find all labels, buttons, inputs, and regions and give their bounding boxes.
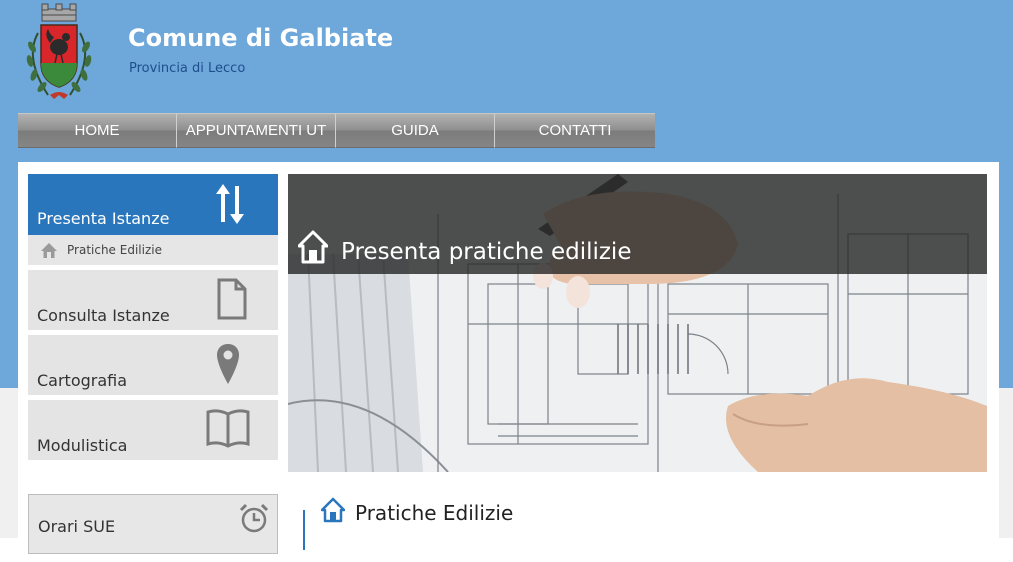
site-subtitle: Provincia di Lecco <box>129 61 246 76</box>
up-down-arrows-icon <box>216 184 244 224</box>
sidebar-item-presenta-istanze[interactable]: Presenta Istanze <box>28 174 278 235</box>
sidebar-item-label: Presenta Istanze <box>37 209 170 228</box>
nav-appuntamenti-ut[interactable]: APPUNTAMENTI UT <box>177 113 336 148</box>
sidebar-item-label: Consulta Istanze <box>37 306 170 325</box>
home-icon <box>41 243 57 258</box>
sidebar-box-label: Orari SUE <box>38 517 116 536</box>
open-book-icon <box>206 409 250 448</box>
home-icon <box>321 497 345 523</box>
coat-of-arms-logo[interactable] <box>18 3 100 103</box>
document-icon <box>217 278 247 320</box>
section-divider <box>303 510 305 550</box>
architectural-plan-image <box>288 174 987 472</box>
main-nav: HOME APPUNTAMENTI UT GUIDA CONTATTI <box>18 113 658 148</box>
hero-title: Presenta pratiche edilizie <box>341 239 632 265</box>
sidebar-box-orari-sue[interactable]: Orari SUE <box>28 494 278 554</box>
sidebar-item-label: Modulistica <box>37 436 128 455</box>
nav-home[interactable]: HOME <box>18 113 177 148</box>
nav-contatti[interactable]: CONTATTI <box>495 113 655 148</box>
sidebar-item-consulta-istanze[interactable]: Consulta Istanze <box>28 270 278 330</box>
section-title: Pratiche Edilizie <box>355 501 514 525</box>
site-title[interactable]: Comune di Galbiate <box>128 24 393 52</box>
sidebar-subitem-pratiche-edilizie[interactable]: Pratiche Edilizie <box>28 235 278 265</box>
alarm-clock-icon <box>239 503 269 533</box>
sidebar-subitem-label: Pratiche Edilizie <box>67 243 162 257</box>
hero-banner: Presenta pratiche edilizie <box>288 174 987 472</box>
home-icon <box>298 230 328 264</box>
sidebar-item-label: Cartografia <box>37 371 128 390</box>
map-pin-icon <box>217 344 239 384</box>
sidebar-item-cartografia[interactable]: Cartografia <box>28 335 278 395</box>
nav-guida[interactable]: GUIDA <box>336 113 495 148</box>
sidebar-item-modulistica[interactable]: Modulistica <box>28 400 278 460</box>
